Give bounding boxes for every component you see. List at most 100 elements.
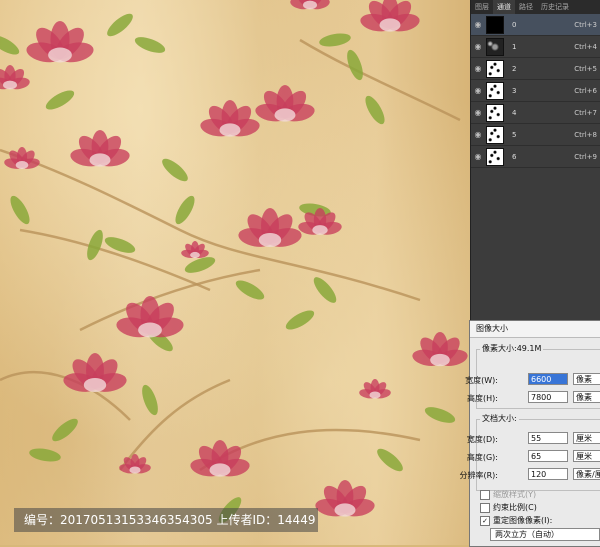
doc-width-row: 宽度(D): 55 厘米 [466,431,600,447]
watermark-text: 编号：20170513153346354305 上传者ID：14449 [14,508,318,532]
channel-row[interactable]: ◉ 1 Ctrl+4 [471,36,600,58]
flower-center [334,503,356,517]
leaf [107,13,133,37]
doc-width-label: 宽度(D): [466,435,498,444]
constrain-label: 约束比例(C) [493,503,537,512]
flower-center [379,18,401,32]
doc-width-unit-select[interactable]: 厘米 [573,432,600,444]
leaf [142,384,158,416]
flower-center [312,225,328,235]
channel-thumbnail [486,59,504,78]
channel-name: 6 [512,152,517,161]
pixel-dimensions-label: 像素大小:49.1M [480,343,544,354]
resolution-label: 分辨率(R): [459,471,499,480]
flower-center [48,47,72,63]
checkbox-box [480,489,490,500]
leaf [285,310,315,330]
channel-thumbnail [486,103,504,122]
channel-thumbnail [486,147,504,166]
channel-row[interactable]: ◉ 4 Ctrl+7 [471,102,600,124]
channel-name: 5 [512,130,517,139]
pixel-height-unit-select[interactable]: 像素 [573,391,600,403]
channel-name: 4 [512,108,517,117]
pixel-width-input[interactable]: 6600 [528,373,568,385]
scale-styles-checkbox[interactable]: 缩放样式(Y) [480,489,536,500]
pixel-height-label: 高度(H): [467,394,498,403]
flower-center [138,322,162,338]
doc-height-input[interactable]: 65 [528,450,568,462]
tab-history[interactable]: 历史记录 [537,0,573,14]
scale-styles-label: 缩放样式(Y) [493,490,537,499]
eye-icon[interactable]: ◉ [471,20,485,29]
leaf [319,33,351,47]
check-icon: ✓ [480,515,490,526]
leaf [10,195,30,225]
channel-row[interactable]: ◉ 2 Ctrl+5 [471,58,600,80]
doc-height-row: 高度(G): 65 厘米 [466,449,600,465]
doc-height-label: 高度(G): [466,453,498,462]
doc-height-unit-select[interactable]: 厘米 [573,450,600,462]
eye-icon[interactable]: ◉ [471,108,485,117]
eye-icon[interactable]: ◉ [471,42,485,51]
leaf [235,280,265,300]
flower-center [209,463,231,477]
document-size-label: 文档大小: [480,413,519,424]
channel-name: 3 [512,86,517,95]
flower-center [303,0,317,10]
resolution-input[interactable]: 120 [528,468,568,480]
pixel-width-unit-select[interactable]: 像素 [573,373,600,385]
pixel-width-label: 宽度(W): [465,376,498,385]
channel-row[interactable]: ◉ 0 Ctrl+3 [471,14,600,36]
eye-icon[interactable]: ◉ [471,86,485,95]
flower-center [369,391,381,399]
leaf [175,195,195,225]
resolution-unit-select[interactable]: 像素/厘 [573,468,600,480]
flower-center [219,123,241,137]
leaf [313,277,337,303]
channel-shortcut: Ctrl+3 [574,20,597,29]
resolution-row: 分辨率(R): 120 像素/厘 [460,467,600,483]
resample-checkbox[interactable]: ✓ 重定图像像素(I): [480,515,552,526]
pixel-height-input[interactable]: 7800 [528,391,568,403]
channel-thumbnail [486,37,504,56]
channel-shortcut: Ctrl+4 [574,42,597,51]
tab-paths[interactable]: 路径 [515,0,537,14]
pixel-width-row: 宽度(W): 6600 像素 [465,372,600,388]
eye-icon[interactable]: ◉ [471,130,485,139]
document-canvas[interactable] [0,0,470,545]
pixel-height-row: 高度(H): 7800 像素 [467,390,600,406]
eye-icon[interactable]: ◉ [471,152,485,161]
leaf [162,158,188,182]
image-size-dialog: 图像大小 像素大小:49.1M 宽度(W): 6600 像素 高度(H): 78… [460,320,600,547]
doc-width-input[interactable]: 55 [528,432,568,444]
leaf [424,407,456,423]
floral-artwork [0,0,468,523]
leaf [134,37,166,53]
channel-thumbnail [486,125,504,144]
leaf [0,35,20,55]
stem [0,148,421,302]
dialog-title: 图像大小 [470,321,600,338]
leaf [52,418,78,442]
resample-method-select[interactable]: 两次立方（自动） [490,528,600,541]
channel-name: 1 [512,42,517,51]
channel-name: 2 [512,64,517,73]
channel-row[interactable]: ◉ 3 Ctrl+6 [471,80,600,102]
channel-thumbnail [486,15,504,34]
flower-center [190,251,200,259]
leaf [377,448,403,472]
tab-channels[interactable]: 通道 [493,0,515,14]
flower-center [3,80,17,90]
channel-row[interactable]: ◉ 5 Ctrl+8 [471,124,600,146]
leaf [29,448,61,462]
channels-panel: 图层 通道 路径 历史记录 ◉ 0 Ctrl+3 ◉ 1 Ctrl+4 ◉ 2 … [470,0,600,320]
constrain-proportions-checkbox[interactable]: 约束比例(C) [480,502,537,513]
flower-center [89,153,111,167]
eye-icon[interactable]: ◉ [471,64,485,73]
checkbox-box [480,502,490,513]
channel-shortcut: Ctrl+5 [574,64,597,73]
channel-thumbnail [486,81,504,100]
flower-center [258,232,282,248]
channel-row[interactable]: ◉ 6 Ctrl+9 [471,146,600,168]
tab-layers[interactable]: 图层 [471,0,493,14]
